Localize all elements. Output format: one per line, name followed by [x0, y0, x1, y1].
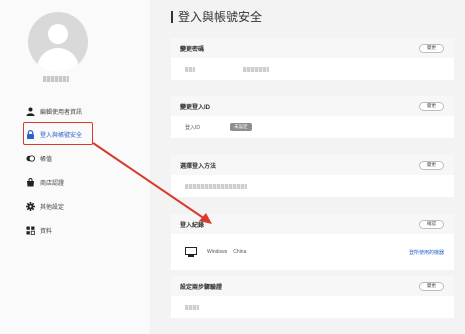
username-redacted [43, 76, 69, 82]
section-body [171, 58, 454, 80]
section-title: 變更密碼 [180, 46, 205, 53]
section-title: 變更登入ID [180, 104, 211, 111]
page-title: 登入與帳號安全 [171, 8, 262, 25]
section-header: 登入紀錄 確認 [171, 214, 454, 234]
used-devices-link[interactable]: 登所使用的機器 [409, 249, 444, 256]
sidebar-item-label: 編輯使用者資訊 [40, 109, 83, 116]
section-change-password: 變更密碼 變更 [171, 38, 454, 80]
sidebar-item-label: 商店認證 [40, 180, 65, 187]
coins-icon [26, 154, 35, 163]
section-body [171, 175, 454, 197]
redacted-value [243, 66, 269, 72]
sidebar-item-label: 其他設定 [40, 204, 65, 211]
avatar-body-shape [37, 48, 79, 72]
section-login-records: 登入紀錄 確認 Windows China 登所使用的機器 [171, 214, 454, 270]
title-accent-bar [171, 10, 173, 23]
section-body [171, 296, 454, 318]
confirm-login-records-button[interactable]: 確認 [419, 219, 444, 229]
sidebar-item-edit-profile[interactable]: 編輯使用者資訊 [26, 103, 82, 119]
change-login-method-button[interactable]: 變更 [419, 160, 444, 170]
redacted-value [185, 66, 195, 72]
change-two-step-button[interactable]: 變更 [419, 281, 444, 291]
sidebar-item-data[interactable]: 資料 [26, 222, 52, 238]
login-id-label: 登入ID [185, 124, 201, 131]
sidebar [0, 0, 150, 334]
section-header: 變更密碼 變更 [171, 38, 454, 58]
section-login-method: 選擇登入方法 變更 [171, 155, 454, 197]
redacted-value [185, 183, 247, 189]
grid-icon [26, 226, 35, 235]
sidebar-item-other-settings[interactable]: 其他設定 [26, 198, 64, 214]
section-body: 登入ID 未設定 [171, 116, 454, 138]
shop-icon [26, 177, 35, 187]
section-body: Windows China 登所使用的機器 [171, 234, 454, 270]
annotation-highlight-box [23, 122, 93, 145]
redacted-value [185, 304, 199, 310]
avatar-head-shape [48, 24, 68, 44]
status-badge: 未設定 [230, 123, 252, 131]
sidebar-item-coins[interactable]: 帳值 [26, 150, 52, 166]
device-os: Windows [207, 249, 228, 255]
section-header: 設定兩步驟驗證 變更 [171, 276, 454, 296]
sidebar-item-label: 帳值 [40, 156, 53, 163]
section-header: 變更登入ID 變更 [171, 96, 454, 116]
device-location: China [233, 249, 247, 255]
computer-icon [185, 247, 197, 257]
avatar[interactable] [28, 12, 88, 72]
sidebar-item-label: 資料 [40, 228, 53, 235]
page-title-text: 登入與帳號安全 [178, 10, 263, 24]
person-icon [26, 107, 35, 116]
sidebar-item-shop[interactable]: 商店認證 [26, 174, 64, 190]
change-password-button[interactable]: 變更 [419, 43, 444, 53]
section-title: 選擇登入方法 [180, 163, 217, 170]
gear-icon [26, 201, 35, 211]
section-title: 登入紀錄 [180, 222, 205, 229]
change-login-id-button[interactable]: 變更 [419, 101, 444, 111]
section-two-step: 設定兩步驟驗證 變更 [171, 276, 454, 318]
section-title: 設定兩步驟驗證 [180, 284, 223, 291]
section-change-login-id: 變更登入ID 變更 登入ID 未設定 [171, 96, 454, 138]
section-header: 選擇登入方法 變更 [171, 155, 454, 175]
